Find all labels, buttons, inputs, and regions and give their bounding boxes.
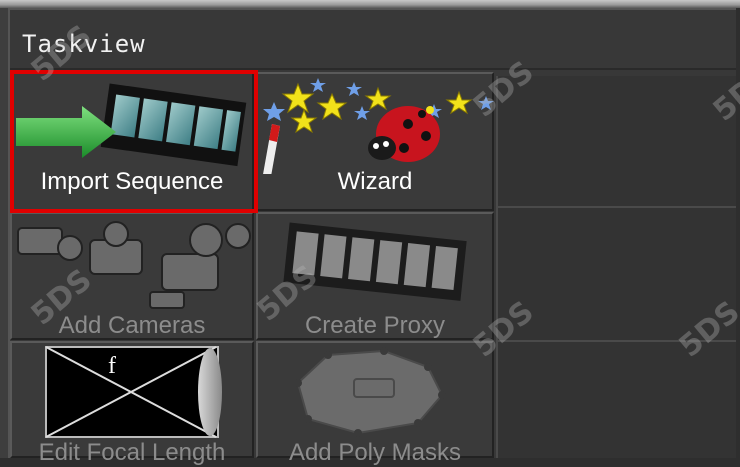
side-divider-2 <box>496 340 736 342</box>
panel-title: Taskview <box>22 30 146 58</box>
empty-side-area <box>496 76 736 458</box>
side-divider-1 <box>496 206 736 208</box>
import-sequence-icon <box>16 83 247 167</box>
window-frame-left <box>0 8 8 458</box>
add-cameras-label: Add Cameras <box>58 312 206 339</box>
create-proxy-label: Create Proxy <box>304 312 446 339</box>
title-divider <box>10 68 736 70</box>
add-poly-masks-label: Add Poly Masks <box>288 439 462 466</box>
edit-focal-length-icon: f <box>45 346 222 438</box>
window-frame-top <box>0 0 740 8</box>
edit-focal-length-button[interactable]: f Edit Focal Length <box>10 341 254 466</box>
create-proxy-button[interactable]: Create Proxy <box>256 212 494 340</box>
create-proxy-icon <box>283 222 467 301</box>
svg-text:f: f <box>108 353 116 379</box>
import-sequence-label: Import Sequence <box>40 168 224 195</box>
add-cameras-button[interactable]: Add Cameras <box>10 212 254 340</box>
side-divider-left <box>496 76 498 458</box>
wizard-label: Wizard <box>337 168 413 195</box>
add-poly-masks-icon <box>294 347 446 437</box>
wizard-button[interactable]: Wizard <box>256 72 494 211</box>
wizard-icon <box>263 78 494 174</box>
edit-focal-length-label: Edit Focal Length <box>38 439 226 466</box>
add-poly-masks-button[interactable]: Add Poly Masks <box>256 341 494 466</box>
import-sequence-button[interactable]: Import Sequence <box>10 72 254 211</box>
add-cameras-icon <box>17 221 251 309</box>
